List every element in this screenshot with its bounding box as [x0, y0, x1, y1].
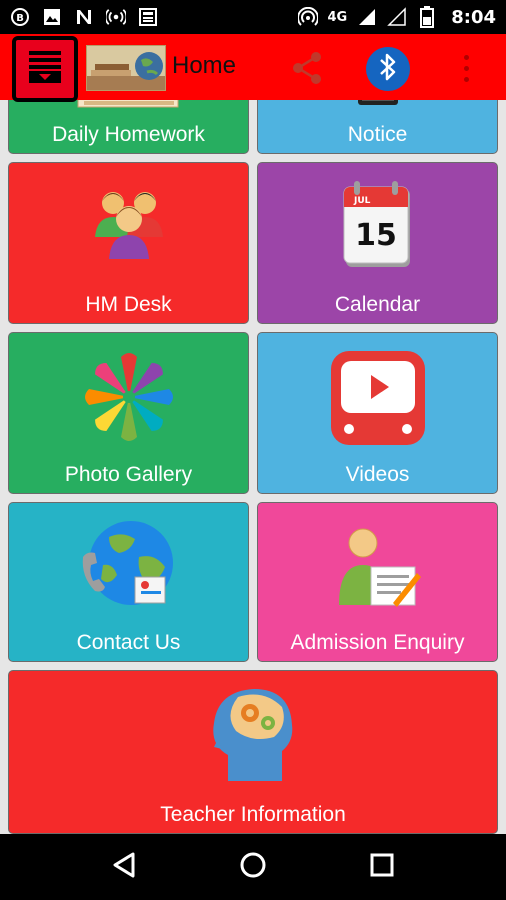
- inbox-down-icon: [25, 47, 65, 91]
- more-vertical-icon[interactable]: [456, 48, 476, 88]
- home-button[interactable]: [233, 847, 273, 887]
- person-form-icon: [333, 521, 423, 615]
- globe-phone-icon: [79, 517, 179, 617]
- tile-photo-gallery[interactable]: Photo Gallery: [8, 332, 249, 494]
- tile-label: Videos: [345, 463, 410, 486]
- tile-admission-enquiry[interactable]: Admission Enquiry: [257, 502, 498, 662]
- tile-label: Teacher Information: [160, 803, 346, 826]
- calendar-icon: JUL 15: [340, 179, 416, 275]
- svg-text:B: B: [16, 13, 24, 24]
- menu-button[interactable]: [12, 36, 78, 102]
- hotspot-icon: [297, 7, 318, 27]
- tile-label: Notice: [347, 123, 408, 146]
- tile-calendar[interactable]: JUL 15 Calendar: [257, 162, 498, 324]
- tile-contact-us[interactable]: Contact Us: [8, 502, 249, 662]
- page-title: Home: [172, 52, 237, 79]
- tile-label: HM Desk: [85, 293, 172, 316]
- network-type: 4G: [327, 9, 348, 25]
- tile-label: Contact Us: [76, 631, 181, 654]
- screen: B 4G 8:04 Home Daily Homework Notice HM …: [0, 0, 506, 900]
- tile-videos[interactable]: Videos: [257, 332, 498, 494]
- youtube-icon: [327, 347, 429, 453]
- news-icon: [138, 7, 158, 27]
- share-button[interactable]: [288, 48, 328, 88]
- tile-teacher-information[interactable]: Teacher Information: [8, 670, 498, 834]
- n-icon: [74, 7, 94, 27]
- recents-button[interactable]: [362, 847, 402, 887]
- navigation-bar: [0, 834, 506, 900]
- recents-icon: [369, 852, 395, 882]
- app-bar: Home: [0, 34, 506, 102]
- back-button[interactable]: [104, 847, 144, 887]
- b-badge-icon: B: [10, 7, 30, 27]
- battery-icon: [417, 6, 437, 28]
- broadcast-icon: [106, 7, 126, 27]
- home-icon: [239, 851, 267, 883]
- tile-hm-desk[interactable]: HM Desk: [8, 162, 249, 324]
- share-icon: [288, 52, 328, 92]
- signal-empty-icon: [387, 7, 407, 27]
- back-icon: [111, 851, 137, 883]
- school-logo: [86, 45, 166, 91]
- clock: 8:04: [451, 6, 496, 28]
- calendar-month: JUL: [353, 196, 371, 206]
- tile-label: Daily Homework: [52, 123, 205, 146]
- tile-label: Admission Enquiry: [290, 631, 465, 654]
- status-bar: B 4G 8:04: [0, 0, 506, 34]
- image-icon: [42, 7, 62, 27]
- signal-icon: [357, 7, 377, 27]
- tile-label: Calendar: [334, 293, 421, 316]
- calendar-day: 15: [355, 218, 397, 253]
- bluetooth-icon: [376, 52, 400, 86]
- people-group-icon: [89, 185, 169, 267]
- hands-flower-icon: [77, 347, 181, 451]
- bluetooth-button[interactable]: [366, 47, 410, 91]
- tile-label: Photo Gallery: [64, 463, 193, 486]
- brain-gears-icon: [208, 685, 298, 789]
